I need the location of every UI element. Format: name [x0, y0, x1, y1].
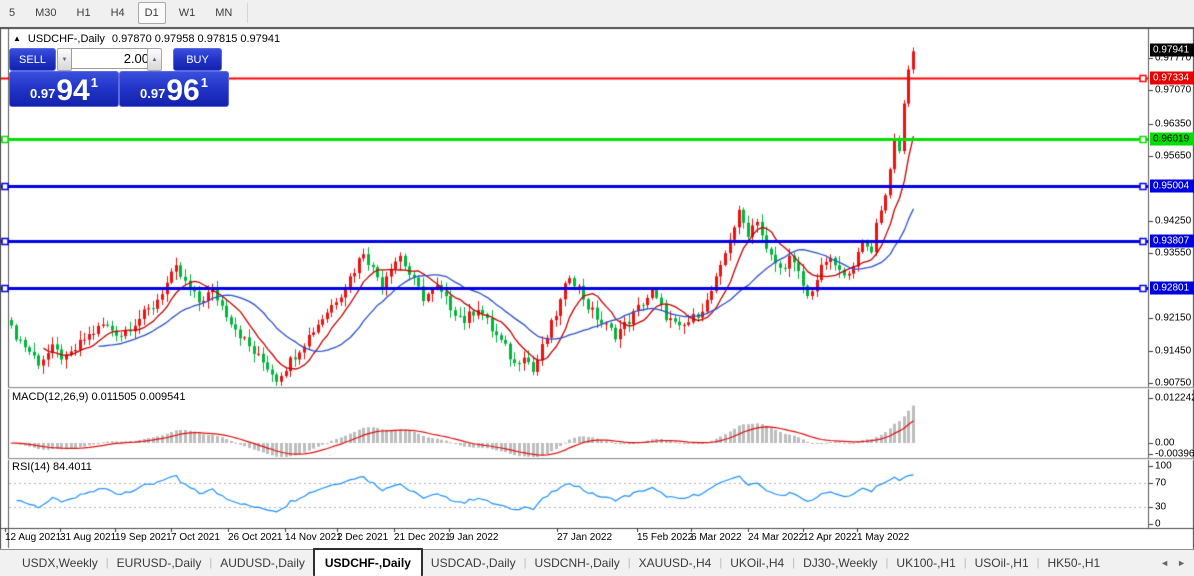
tab-scroll-right-icon[interactable]: ►	[1177, 558, 1186, 568]
chart-title: ▲ USDCHF-,Daily 0.97870 0.97958 0.97815 …	[13, 33, 280, 45]
symbol-tab-usdx[interactable]: USDX,Weekly	[14, 550, 106, 576]
price-tick: 0.94250	[1155, 215, 1192, 227]
macd-axis-tick: 0.012242	[1155, 392, 1194, 404]
date-label: 15 Feb 2022	[637, 532, 694, 543]
buy-button[interactable]: BUY	[173, 48, 222, 71]
rsi-indicator-label: RSI(14) 84.4011	[12, 461, 92, 473]
date-label: 6 Mar 2022	[691, 532, 742, 543]
buy-price-panel[interactable]: 0.97 96 1	[119, 71, 229, 107]
timeframe-button-w1[interactable]: W1	[172, 2, 203, 24]
rsi-axis-tick: 100	[1155, 460, 1172, 472]
price-level-badge: 0.96019	[1150, 132, 1194, 146]
timeframe-button-mn[interactable]: MN	[208, 2, 239, 24]
volume-increase-button[interactable]: ▲	[147, 48, 162, 71]
symbol-tab-xauusd[interactable]: XAUUSD-,H4	[631, 550, 720, 576]
timeframe-toolbar[interactable]: 5 M30 H1 H4 D1 W1 MN	[0, 0, 1194, 26]
sell-price-big-digits: 94	[56, 74, 90, 107]
date-label: 21 Dec 2021	[394, 532, 451, 543]
date-label: 7 Oct 2021	[171, 532, 220, 543]
chevron-up-icon: ▲	[151, 56, 158, 63]
date-label: 9 Jan 2022	[449, 532, 499, 543]
symbol-tab-usoil[interactable]: USOil-,H1	[967, 550, 1037, 576]
symbol-tab-eurusd[interactable]: EURUSD-,Daily	[109, 550, 210, 576]
symbol-tab-hk50[interactable]: HK50-,H1	[1040, 550, 1109, 576]
timeframe-button-d1[interactable]: D1	[137, 2, 166, 24]
sell-button[interactable]: SELL	[9, 48, 56, 71]
buy-price-big-digits: 96	[166, 74, 200, 107]
price-level-badge: 0.97941	[1150, 43, 1194, 57]
price-tick: 0.97070	[1155, 84, 1192, 96]
chevron-down-icon: ▼	[61, 56, 68, 63]
symbol-tab-usdchf[interactable]: USDCHF-,Daily	[312, 548, 423, 576]
chart-ohlc-values: 0.97870 0.97958 0.97815 0.97941	[111, 33, 281, 45]
date-label: 14 Nov 2021	[285, 532, 342, 543]
price-tick: 0.95650	[1155, 150, 1192, 162]
timeframe-button-5[interactable]: 5	[2, 2, 22, 24]
price-level-badge: 0.92801	[1150, 281, 1194, 295]
chart-symbol-label: USDCHF-,Daily	[27, 33, 105, 45]
rsi-axis-tick: 70	[1155, 477, 1167, 489]
buy-price-prefix: 0.97	[140, 86, 166, 101]
symbol-tab-ukoil[interactable]: UKOil-,H4	[722, 550, 792, 576]
one-click-trade-panel: SELL ▼ ▲ BUY 0.97 94 1 0.97 96 1	[9, 48, 229, 107]
symbol-tab-dj30[interactable]: DJ30-,Weekly	[795, 550, 885, 576]
price-level-badge: 0.93807	[1150, 234, 1194, 248]
timeframe-button-m30[interactable]: M30	[28, 2, 63, 24]
date-label: 27 Jan 2022	[557, 532, 613, 543]
sell-price-pipette: 1	[90, 75, 98, 90]
date-label: 19 Sep 2021	[115, 532, 172, 543]
symbol-tab-uk100[interactable]: UK100-,H1	[888, 550, 963, 576]
macd-axis-tick: 0.00	[1155, 437, 1175, 449]
symbol-tab-usdcad[interactable]: USDCAD-,Daily	[423, 550, 524, 576]
symbol-tab-audusd[interactable]: AUDUSD-,Daily	[212, 550, 313, 576]
macd-axis-tick: -0.003963	[1155, 448, 1194, 460]
date-label: 24 Mar 2022	[748, 532, 805, 543]
date-label: 1 May 2022	[857, 532, 910, 543]
date-label: 26 Oct 2021	[228, 532, 283, 543]
tab-scroll-arrows: ◄ ►	[1160, 550, 1194, 576]
volume-decrease-button[interactable]: ▼	[57, 48, 72, 71]
symbol-up-arrow-icon: ▲	[13, 33, 21, 43]
buy-price-pipette: 1	[200, 75, 208, 90]
toolbar-separator	[247, 3, 249, 23]
price-level-badge: 0.97334	[1150, 71, 1194, 85]
sell-price-panel[interactable]: 0.97 94 1	[9, 71, 119, 107]
symbol-tab-bar: USDX,Weekly | EURUSD-,Daily | AUDUSD-,Daily U…	[0, 548, 1194, 576]
timeframe-button-h1[interactable]: H1	[70, 2, 98, 24]
price-tick: 0.90750	[1155, 377, 1192, 389]
price-tick: 0.92150	[1155, 312, 1192, 324]
rsi-axis-tick: 0	[1155, 518, 1161, 530]
date-label: 2 Dec 2021	[337, 532, 389, 543]
price-level-badge: 0.95004	[1150, 179, 1194, 193]
macd-indicator-label: MACD(12,26,9) 0.011505 0.009541	[12, 391, 186, 403]
rsi-axis-tick: 30	[1155, 501, 1167, 513]
symbol-tab-usdcnh[interactable]: USDCNH-,Daily	[526, 550, 627, 576]
date-label: 12 Apr 2022	[803, 532, 857, 543]
timeframe-button-h4[interactable]: H4	[104, 2, 132, 24]
date-label: 12 Aug 2021	[5, 532, 62, 543]
price-tick: 0.96350	[1155, 118, 1192, 130]
sell-price-prefix: 0.97	[30, 86, 56, 101]
price-tick: 0.91450	[1155, 345, 1192, 357]
tab-scroll-left-icon[interactable]: ◄	[1160, 558, 1169, 568]
price-tick: 0.93550	[1155, 247, 1192, 259]
date-label: 31 Aug 2021	[60, 532, 117, 543]
volume-input[interactable]	[71, 48, 153, 69]
